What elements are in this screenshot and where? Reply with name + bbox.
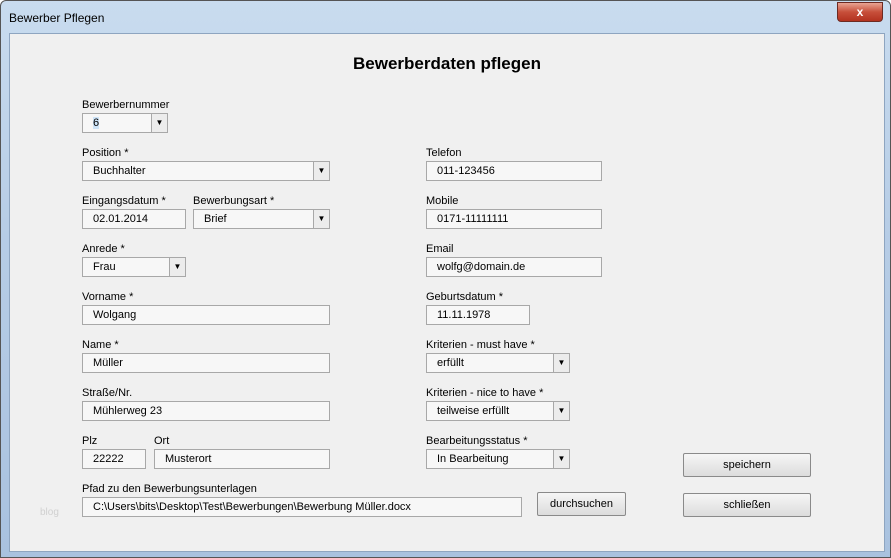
bewerbernummer-label: Bewerbernummer [82, 99, 170, 111]
status-combo[interactable]: In Bearbeitung ▼ [426, 449, 570, 469]
vorname-input[interactable]: Wolgang [82, 305, 330, 325]
geburtsdatum-label: Geburtsdatum * [426, 291, 504, 303]
close-button[interactable]: schließen [683, 493, 811, 517]
save-button[interactable]: speichern [683, 453, 811, 477]
nice-label: Kriterien - nice to have * [426, 387, 544, 399]
mobile-input[interactable]: 0171-11111111 [426, 209, 602, 229]
pfad-input[interactable]: C:\Users\bits\Desktop\Test\Bewerbungen\B… [82, 497, 522, 517]
pfad-label: Pfad zu den Bewerbungsunterlagen [82, 483, 257, 495]
position-combo[interactable]: Buchhalter ▼ [82, 161, 330, 181]
chevron-down-icon[interactable]: ▼ [553, 450, 569, 468]
name-label: Name * [82, 339, 119, 351]
bewerbungsart-combo[interactable]: Brief ▼ [193, 209, 330, 229]
chevron-down-icon[interactable]: ▼ [151, 114, 167, 132]
plz-label: Plz [82, 435, 98, 447]
bewerbernummer-combo[interactable]: 6 ▼ [82, 113, 168, 133]
email-label: Email [426, 243, 454, 255]
vorname-label: Vorname * [82, 291, 134, 303]
mobile-label: Mobile [426, 195, 459, 207]
ort-input[interactable]: Musterort [154, 449, 330, 469]
must-combo[interactable]: erfüllt ▼ [426, 353, 570, 373]
strasse-label: Straße/Nr. [82, 387, 133, 399]
bewerbungsart-label: Bewerbungsart * [193, 195, 275, 207]
chevron-down-icon[interactable]: ▼ [169, 258, 185, 276]
position-label: Position * [82, 147, 129, 159]
nice-value: teilweise erfüllt [437, 405, 510, 417]
status-label: Bearbeitungsstatus * [426, 435, 528, 447]
plz-input[interactable]: 22222 [82, 449, 146, 469]
telefon-label: Telefon [426, 147, 462, 159]
eingangsdatum-label: Eingangsdatum * [82, 195, 166, 207]
chevron-down-icon[interactable]: ▼ [313, 210, 329, 228]
ort-label: Ort [154, 435, 170, 447]
name-input[interactable]: Müller [82, 353, 330, 373]
telefon-input[interactable]: 011-123456 [426, 161, 602, 181]
chevron-down-icon[interactable]: ▼ [553, 354, 569, 372]
window-title: Bewerber Pflegen [9, 11, 105, 25]
status-value: In Bearbeitung [437, 453, 509, 465]
browse-button[interactable]: durchsuchen [537, 492, 626, 516]
eingangsdatum-input[interactable]: 02.01.2014 [82, 209, 186, 229]
close-window-button[interactable]: x [837, 2, 883, 22]
chevron-down-icon[interactable]: ▼ [313, 162, 329, 180]
bewerbernummer-value: 6 [93, 117, 100, 129]
must-value: erfüllt [437, 357, 464, 369]
nice-combo[interactable]: teilweise erfüllt ▼ [426, 401, 570, 421]
dialog-window: Bewerber Pflegen x Bewerberdaten pflegen… [0, 0, 891, 558]
anrede-combo[interactable]: Frau ▼ [82, 257, 186, 277]
watermark: blog [40, 507, 59, 518]
must-label: Kriterien - must have * [426, 339, 535, 351]
strasse-input[interactable]: Mühlerweg 23 [82, 401, 330, 421]
chevron-down-icon[interactable]: ▼ [553, 402, 569, 420]
form-panel: Bewerberdaten pflegen blog Bewerbernumme… [9, 33, 885, 552]
bewerbungsart-value: Brief [204, 213, 227, 225]
position-value: Buchhalter [93, 165, 146, 177]
anrede-label: Anrede * [82, 243, 125, 255]
page-title: Bewerberdaten pflegen [353, 54, 541, 73]
anrede-value: Frau [93, 261, 116, 273]
email-input[interactable]: wolfg@domain.de [426, 257, 602, 277]
geburtsdatum-input[interactable]: 11.11.1978 [426, 305, 530, 325]
